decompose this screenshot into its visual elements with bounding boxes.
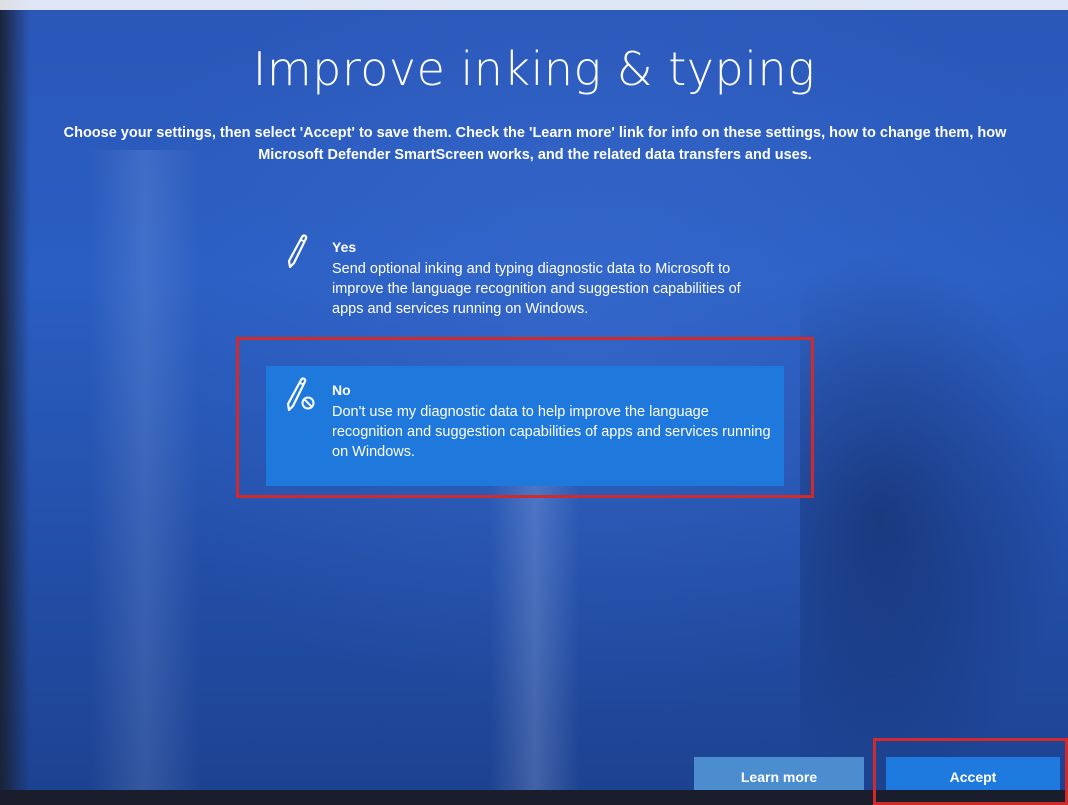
option-label: Yes — [332, 239, 357, 255]
pen-blocked-icon — [282, 374, 318, 414]
option-no[interactable]: No Don't use my diagnostic data to help … — [266, 366, 784, 486]
photo-frame: Improve inking & typing Choose your sett… — [0, 0, 1068, 805]
screen-reflection — [800, 250, 1068, 790]
learn-more-button[interactable]: Learn more — [694, 757, 864, 790]
oobe-screen: Improve inking & typing Choose your sett… — [0, 0, 1068, 790]
screen-edge-shadow — [0, 0, 30, 790]
screen-reflection — [90, 150, 200, 790]
option-description: Send optional inking and typing diagnost… — [332, 261, 741, 317]
page-title: Improve inking & typing — [252, 42, 816, 96]
option-description: Don't use my diagnostic data to help imp… — [332, 404, 771, 460]
page-subtitle: Choose your settings, then select 'Accep… — [63, 125, 1007, 163]
pen-icon — [280, 231, 316, 271]
screen-reflection — [490, 480, 580, 790]
screen-top-glare — [0, 0, 1068, 10]
option-yes[interactable]: Yes Send optional inking and typing diag… — [270, 225, 770, 340]
option-label: No — [332, 382, 351, 398]
accept-button[interactable]: Accept — [886, 757, 1060, 790]
